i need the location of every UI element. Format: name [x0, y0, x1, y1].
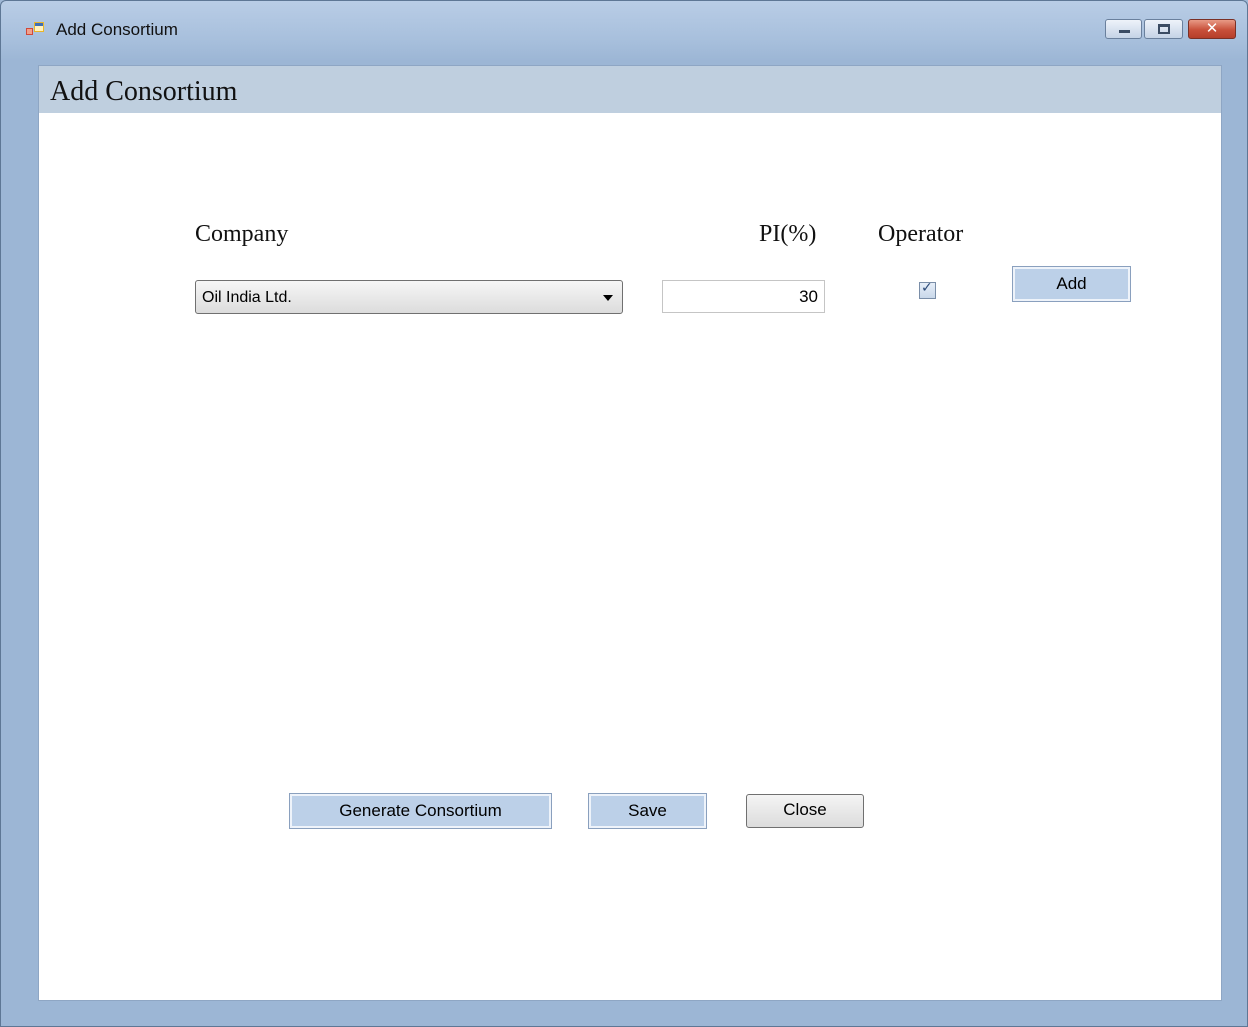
close-window-button[interactable]: ✕ [1188, 19, 1236, 39]
company-selected-value: Oil India Ltd. [202, 289, 292, 306]
page-title: Add Consortium [50, 76, 238, 107]
dropdown-arrow-icon[interactable] [603, 295, 613, 301]
maximize-icon [1158, 24, 1170, 34]
company-label: Company [195, 221, 289, 247]
pi-input[interactable] [662, 280, 825, 313]
maximize-button[interactable] [1144, 19, 1183, 39]
form-client-area: Add Consortium Company PI(%) Operator Oi… [38, 65, 1222, 1001]
close-button[interactable]: Close [746, 794, 864, 828]
close-icon: ✕ [1205, 19, 1219, 37]
page-header: Add Consortium [39, 66, 1221, 113]
checkmark-icon: ✓ [921, 280, 933, 296]
minimize-icon [1119, 30, 1130, 33]
operator-checkbox[interactable]: ✓ [919, 280, 936, 299]
operator-label: Operator [878, 221, 964, 247]
window-title: Add Consortium [56, 20, 178, 39]
company-dropdown[interactable]: Oil India Ltd. [195, 280, 623, 314]
title-bar[interactable]: Add Consortium ✕ [1, 1, 1247, 53]
app-window: Add Consortium ✕ Add Consortium Company … [0, 0, 1248, 1027]
generate-consortium-button[interactable]: Generate Consortium [290, 794, 551, 828]
minimize-button[interactable] [1105, 19, 1142, 39]
pi-label: PI(%) [759, 221, 817, 247]
save-button[interactable]: Save [589, 794, 706, 828]
add-button[interactable]: Add [1013, 267, 1130, 301]
app-icon [26, 22, 44, 35]
